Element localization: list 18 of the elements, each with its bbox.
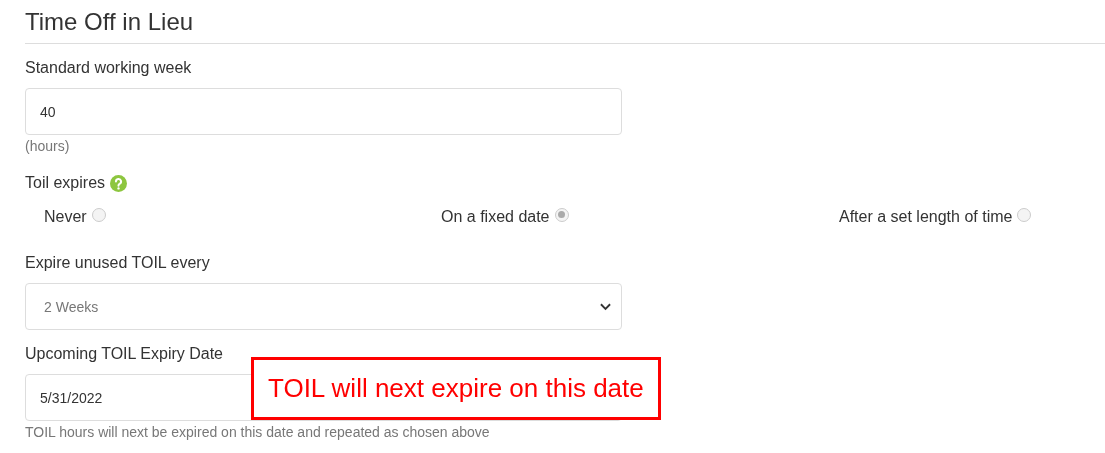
radio-button[interactable]	[91, 207, 106, 222]
annotation-tooltip: TOIL will next expire on this date	[251, 357, 661, 420]
field-label: Toil expires	[25, 174, 106, 192]
period-dropdown[interactable]: 2 Weeks	[25, 283, 622, 330]
hours-input[interactable]: 40	[25, 88, 622, 135]
unit-hint: (hours)	[25, 138, 71, 154]
radio-button[interactable]	[554, 207, 569, 222]
chevron-down-icon	[600, 302, 611, 311]
help-icon[interactable]	[110, 174, 128, 192]
field-label: Standard working week	[25, 58, 193, 78]
section-title: Time Off in Lieu	[25, 7, 195, 37]
radio-label: Never	[44, 208, 87, 226]
radio-label: After a set length of time	[839, 208, 1013, 226]
radio-button[interactable]	[1017, 207, 1032, 222]
help-text: TOIL hours will next be expired on this date and repeated as chosen above	[25, 424, 491, 440]
field-label: Upcoming TOIL Expiry Date	[25, 344, 224, 364]
radio-label: On a fixed date	[441, 208, 550, 226]
field-label: Expire unused TOIL every	[25, 253, 211, 273]
